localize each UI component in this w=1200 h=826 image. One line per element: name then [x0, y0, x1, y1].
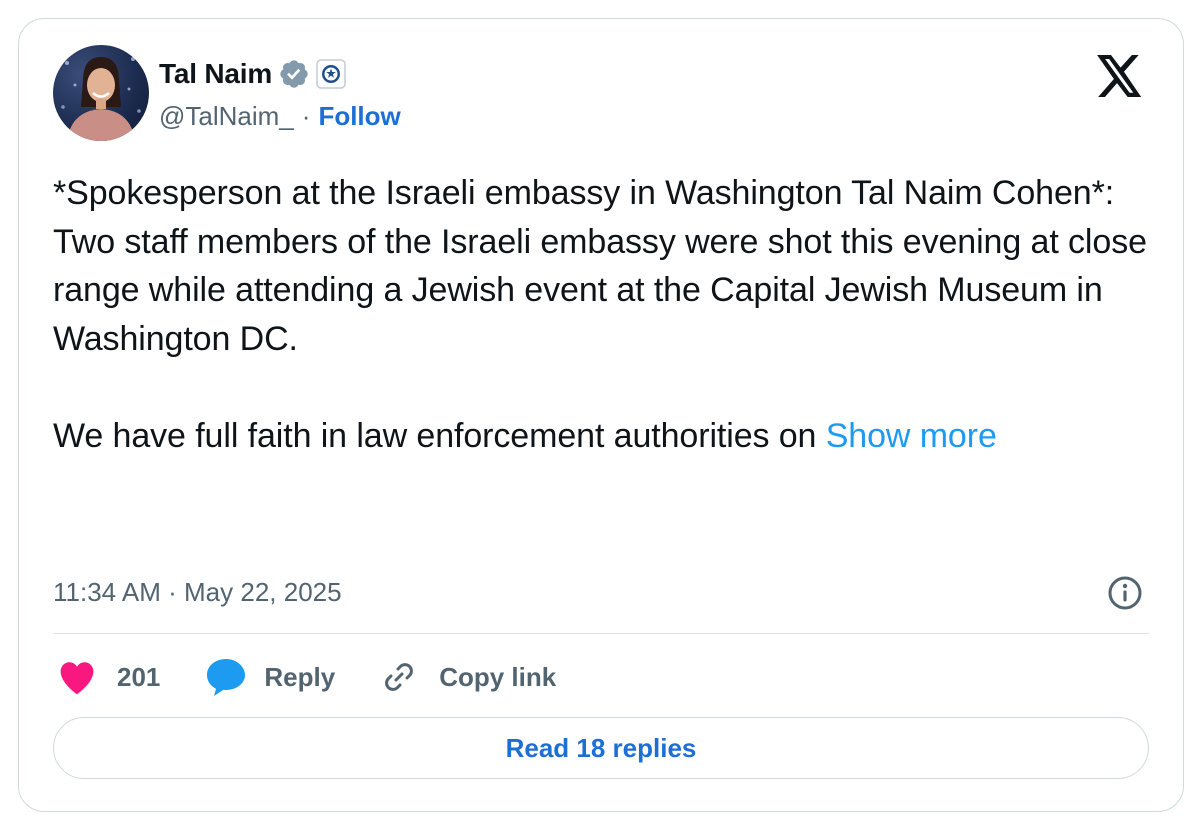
- avatar-photo: [61, 57, 141, 141]
- action-bar: 201 Reply Copy link: [53, 655, 556, 699]
- divider: [53, 633, 1149, 634]
- speech-bubble-icon: [207, 659, 246, 696]
- author-name[interactable]: Tal Naim: [159, 58, 272, 90]
- name-row: Tal Naim: [159, 57, 401, 91]
- handle-row: @TalNaim_ · Follow: [159, 101, 401, 132]
- show-more-link[interactable]: Show more: [826, 417, 997, 455]
- reply-action[interactable]: Reply: [160, 657, 335, 697]
- like-count: 201: [117, 661, 161, 692]
- reply-label: Reply: [264, 661, 336, 692]
- heart-icon: [60, 662, 94, 695]
- link-icon: [385, 663, 414, 691]
- x-logo-icon[interactable]: [1097, 55, 1143, 97]
- like-action[interactable]: 201: [53, 659, 160, 695]
- read-replies-label: Read 18 replies: [505, 732, 697, 763]
- verified-badge-icon: [280, 60, 308, 88]
- embedded-tweet-card: Tal Naim @TalNaim_ · Follow *Spokesperso…: [18, 18, 1184, 812]
- info-icon[interactable]: [1105, 573, 1145, 613]
- copy-link-action[interactable]: Copy link: [335, 657, 556, 697]
- tweet-body: *Spokesperson at the Israeli embassy in …: [53, 169, 1163, 460]
- author-handle[interactable]: @TalNaim_: [159, 101, 294, 132]
- copy-link-label: Copy link: [439, 661, 557, 692]
- affiliate-badge-icon: [316, 59, 346, 89]
- author-block: Tal Naim @TalNaim_ · Follow: [159, 57, 401, 132]
- separator-dot: ·: [301, 101, 311, 131]
- avatar[interactable]: [53, 45, 149, 141]
- tweet-text: *Spokesperson at the Israeli embassy in …: [53, 174, 1147, 455]
- read-replies-button[interactable]: Read 18 replies: [53, 717, 1149, 779]
- follow-button[interactable]: Follow: [318, 101, 400, 132]
- tweet-timestamp[interactable]: 11:34 AM · May 22, 2025: [53, 577, 342, 608]
